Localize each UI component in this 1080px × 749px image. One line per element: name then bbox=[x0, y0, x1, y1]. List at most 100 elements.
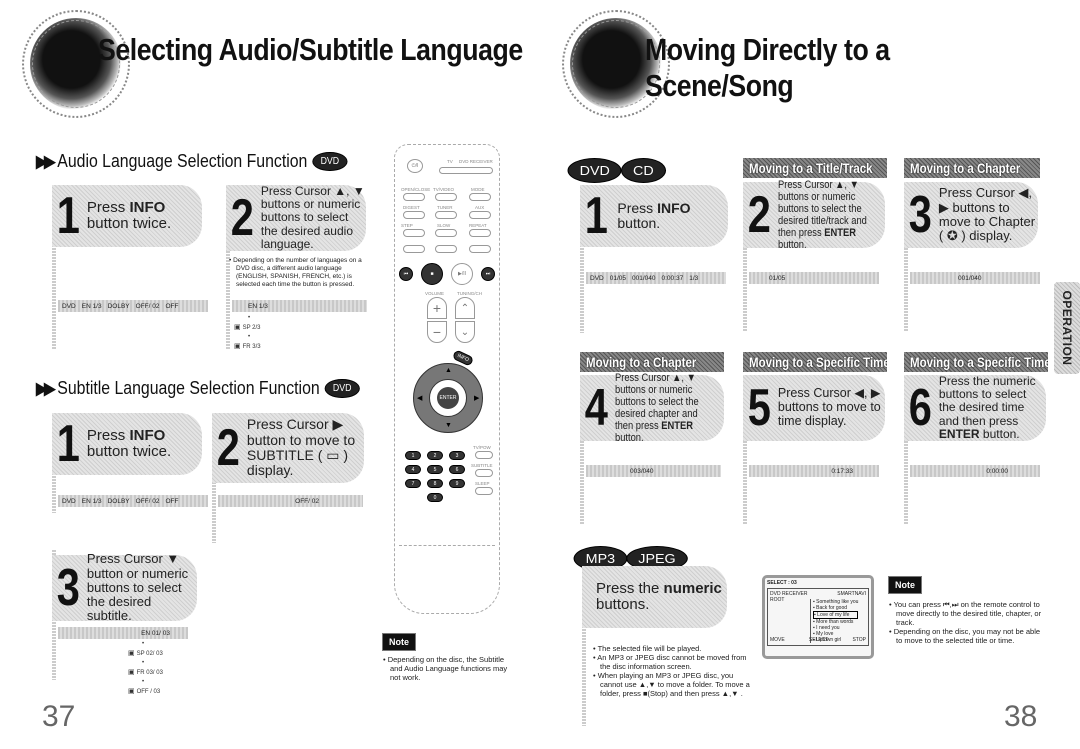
step-text-bold: INFO bbox=[657, 199, 691, 216]
page-title-right: Moving Directly to a Scene/Song bbox=[645, 32, 890, 103]
step-number: 3 bbox=[56, 559, 80, 617]
scene-step-3: 3 Press Cursor ◀, ▶ buttons to move to C… bbox=[904, 182, 1038, 248]
osd-bar-step6: 0:00:00 bbox=[910, 465, 1040, 477]
audio-option: SP 2/3 bbox=[234, 323, 261, 333]
double-arrow-icon: ▶▶ bbox=[36, 378, 56, 398]
skip-forward-button: ⏭ bbox=[481, 267, 495, 281]
step-text-pre: Press the bbox=[596, 579, 664, 597]
step-text: Press Cursor ▲, ▼ buttons or numeric but… bbox=[260, 184, 365, 251]
remote-label: OPEN/CLOSE bbox=[401, 187, 431, 192]
subtitle-option: SP 02/ 03 bbox=[128, 649, 163, 659]
step-number: 5 bbox=[747, 379, 771, 437]
remote-label: VOLUME bbox=[425, 291, 445, 296]
screen-file: Love of my life bbox=[813, 611, 859, 619]
step-text-post: button twice. bbox=[86, 443, 172, 460]
stop-button: ■ bbox=[421, 263, 443, 285]
note-list-left: Depending on the disc, the Subtitle and … bbox=[382, 655, 512, 682]
remote-label: TUNER bbox=[437, 205, 453, 210]
subtitle-option: OFF / 03 bbox=[128, 687, 163, 697]
number-button: 2 bbox=[427, 451, 443, 460]
remote-button bbox=[435, 211, 457, 219]
remote-label: TUNING/CH bbox=[457, 291, 482, 296]
step-text-post: button. bbox=[777, 239, 807, 252]
osd-bar-subtitle-step1: DVD EN 1/3 DOLBY OFF/ 02 OFF bbox=[58, 495, 208, 507]
step-text-bold: INFO bbox=[129, 198, 166, 216]
screen-footer: MOVE SELECT STOP bbox=[770, 637, 866, 643]
osd-chapter: 001/040 bbox=[958, 274, 982, 282]
step-text: Press the numeric buttons. bbox=[582, 579, 727, 614]
step-text-post: button. bbox=[614, 432, 644, 445]
operation-side-tab: OPERATION bbox=[1054, 282, 1080, 374]
osd-subtitle-selected: EN 01/ 03 bbox=[141, 629, 170, 637]
step-text: Press INFO button. bbox=[617, 199, 728, 232]
osd-bar-step2: 01/05 bbox=[749, 272, 879, 284]
page-title-left: Selecting Audio/Subtitle Language bbox=[98, 32, 523, 67]
divider bbox=[399, 545, 495, 546]
step-text-post: button twice. bbox=[86, 215, 172, 232]
remote-button bbox=[469, 193, 491, 201]
scene-step-6: 6 Press the numeric buttons to select th… bbox=[904, 374, 1046, 441]
osd-repeat: OFF bbox=[165, 302, 179, 310]
osd-subtitle: OFF/ 02 bbox=[295, 497, 319, 505]
step-text-bold: ENTER bbox=[938, 426, 980, 441]
dvd-badge: DVD bbox=[324, 379, 360, 398]
remote-label: AUX bbox=[475, 205, 485, 210]
remote-label: SUBTITLE bbox=[471, 463, 493, 468]
osd-chapter: 001/040 bbox=[632, 274, 656, 282]
remote-button bbox=[403, 229, 425, 237]
osd-subtitle: OFF/ 02 bbox=[135, 302, 160, 310]
scene-step-2: 2 Press Cursor ▲, ▼ buttons or numeric b… bbox=[743, 179, 885, 252]
subtitle-option: FR 03/ 03 bbox=[128, 668, 163, 678]
step-text-pre: Press bbox=[86, 426, 130, 444]
subtitle-step-3: 3 Press Cursor ▼ button or numeric butto… bbox=[52, 552, 197, 623]
note-label-right: Note bbox=[888, 576, 922, 594]
osd-bar-audio-step1: DVD EN 1/3 DOLBY OFF/ 02 OFF bbox=[58, 300, 208, 312]
number-button: 6 bbox=[449, 465, 465, 474]
note-list-right: You can press ⏮,⏭ on the remote control … bbox=[888, 600, 1048, 645]
tab-label: Moving to a Chapter bbox=[910, 160, 1021, 176]
step-text-bold: numeric bbox=[663, 579, 722, 597]
step-text-pre: Press bbox=[617, 199, 658, 216]
remote-button bbox=[403, 211, 425, 219]
tab-moving-to-title-track: Moving to a Title/Track bbox=[743, 158, 887, 178]
osd-bar-subtitle-step3: EN 01/ 03 bbox=[58, 627, 188, 639]
step-number: 1 bbox=[56, 187, 80, 245]
tab-label: Moving to a Chapter bbox=[586, 354, 697, 370]
step-text-post: button. bbox=[979, 426, 1020, 441]
step-number: 2 bbox=[230, 189, 254, 247]
arrow-down-icon: ▼ bbox=[445, 422, 452, 429]
remote-label: TV/POW bbox=[473, 445, 491, 450]
tab-moving-to-chapter: Moving to a Chapter bbox=[580, 352, 724, 372]
osd-audio: 1/3 bbox=[689, 274, 699, 282]
tab-label: Moving to a Title/Track bbox=[749, 160, 873, 176]
step-number: 2 bbox=[747, 186, 771, 244]
note-label-left: Note bbox=[382, 633, 416, 651]
note-item: You can press ⏮,⏭ on the remote control … bbox=[888, 600, 1048, 627]
subtitle-section-heading: ▶▶ Subtitle Language Selection Function … bbox=[36, 378, 360, 399]
remote-button bbox=[475, 451, 493, 459]
navigation-dpad: ENTER ▲ ▼ ◀ ▶ bbox=[413, 363, 483, 433]
step-number: 4 bbox=[584, 379, 608, 437]
number-button: 4 bbox=[405, 465, 421, 474]
audio-options-list: • SP 2/3 • FR 3/3 bbox=[234, 314, 261, 352]
dvd-badge: DVD bbox=[312, 152, 348, 171]
step-text: Press Cursor ◀, ▶ buttons to move to Cha… bbox=[938, 185, 1036, 244]
step-text: Press Cursor ▲, ▼ buttons or numeric but… bbox=[615, 372, 708, 445]
number-button: 7 bbox=[405, 479, 421, 488]
step-text-pre: Press bbox=[86, 198, 130, 216]
step-number: 2 bbox=[216, 419, 240, 477]
audio-section-title: Audio Language Selection Function bbox=[57, 151, 308, 171]
side-tab-label: OPERATION bbox=[1060, 290, 1074, 366]
step-number: 1 bbox=[56, 415, 80, 473]
disc-badges-top: DVD CD bbox=[567, 158, 667, 183]
scene-step-4: 4 Press Cursor ▲, ▼ buttons or numeric b… bbox=[580, 372, 724, 444]
enter-button: ENTER bbox=[437, 387, 459, 409]
remote-label: REPEAT bbox=[469, 223, 487, 228]
screen-footer-item: MOVE bbox=[770, 637, 785, 643]
screen-header-right: SMARTNAVI bbox=[837, 591, 866, 597]
osd-dolby: DOLBY bbox=[107, 302, 130, 310]
subtitle-options-list: • SP 02/ 03 • FR 03/ 03 • OFF / 03 bbox=[128, 640, 163, 697]
disc-info-screen-thumbnail: SELECT : 03 DVD RECEIVER SMARTNAVI ROOT … bbox=[762, 575, 874, 659]
note-item: Depending on the number of languages on … bbox=[228, 257, 368, 289]
tuning-up-button: ⌃ bbox=[455, 297, 475, 319]
